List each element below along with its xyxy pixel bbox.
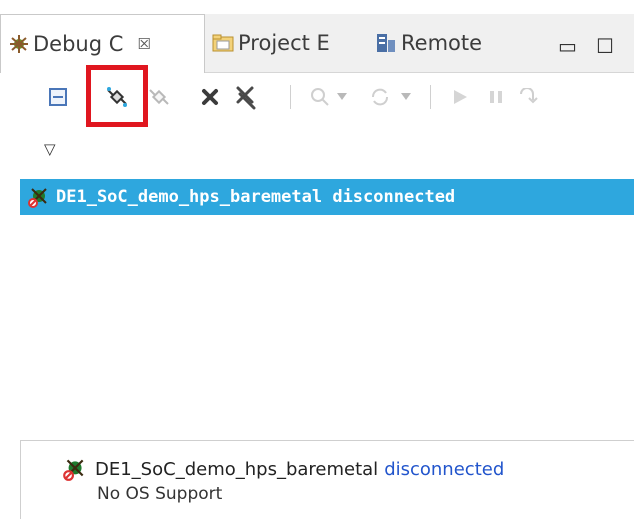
pause-icon bbox=[490, 91, 502, 103]
tab-project-explorer[interactable]: Project E bbox=[212, 14, 330, 72]
launch-disconnected-icon bbox=[28, 188, 47, 208]
details-status: disconnected bbox=[384, 458, 505, 480]
tab-label: Remote bbox=[401, 31, 483, 55]
disconnect-icon bbox=[149, 89, 169, 105]
step-over-launch-button[interactable] bbox=[306, 83, 334, 111]
toolbar-separator bbox=[430, 85, 431, 109]
tab-label: Debug C bbox=[33, 32, 124, 56]
close-icon[interactable]: ☒ bbox=[137, 35, 150, 53]
chevron-down-icon: ▽ bbox=[44, 140, 56, 158]
terminate-all-icon bbox=[236, 86, 256, 110]
tab-label: Project E bbox=[238, 31, 330, 55]
details-os-support: No OS Support bbox=[97, 484, 223, 504]
refresh-button[interactable] bbox=[366, 83, 394, 111]
launch-disconnected-icon bbox=[63, 459, 84, 481]
details-title-line: DE1_SoC_demo_hps_baremetal disconnected bbox=[61, 456, 504, 482]
dropdown-arrow-2[interactable] bbox=[398, 83, 414, 111]
resume-button[interactable] bbox=[446, 83, 474, 111]
suspend-button[interactable] bbox=[482, 83, 510, 111]
play-icon bbox=[454, 90, 467, 104]
folder-icon bbox=[212, 33, 234, 53]
debug-tree-item-label: DE1_SoC_demo_hps_baremetal disconnected bbox=[56, 187, 456, 207]
collapse-all-button[interactable] bbox=[44, 83, 72, 111]
remote-systems-icon bbox=[375, 32, 397, 54]
debug-launch-icon bbox=[311, 88, 329, 106]
dropdown-arrow-1[interactable] bbox=[334, 83, 350, 111]
disconnect-button[interactable] bbox=[145, 83, 173, 111]
debug-control-view: Debug C ☒ Project E Remote ▭ ☐ ▽ DE1_SoC… bbox=[0, 0, 634, 519]
view-menu-button[interactable]: ▽ bbox=[44, 139, 56, 158]
debug-tree-item[interactable]: DE1_SoC_demo_hps_baremetal disconnected bbox=[20, 179, 634, 215]
chevron-down-icon bbox=[401, 93, 411, 100]
collapse-all-icon bbox=[49, 88, 67, 106]
maximize-button[interactable]: ☐ bbox=[596, 34, 614, 58]
chevron-down-icon bbox=[337, 93, 347, 100]
highlight-box bbox=[86, 65, 148, 127]
step-into-button[interactable] bbox=[516, 83, 544, 111]
terminate-all-button[interactable] bbox=[231, 83, 259, 111]
refresh-icon bbox=[372, 88, 388, 106]
tab-remote-systems[interactable]: Remote bbox=[375, 14, 482, 72]
terminate-button[interactable] bbox=[196, 83, 224, 111]
terminate-x-icon bbox=[202, 89, 218, 105]
bug-icon bbox=[9, 34, 29, 54]
toolbar-separator bbox=[290, 85, 291, 109]
details-pane: DE1_SoC_demo_hps_baremetal disconnected … bbox=[20, 440, 634, 519]
minimize-button[interactable]: ▭ bbox=[558, 34, 577, 58]
details-name: DE1_SoC_demo_hps_baremetal bbox=[95, 458, 379, 480]
step-into-icon bbox=[520, 88, 538, 104]
